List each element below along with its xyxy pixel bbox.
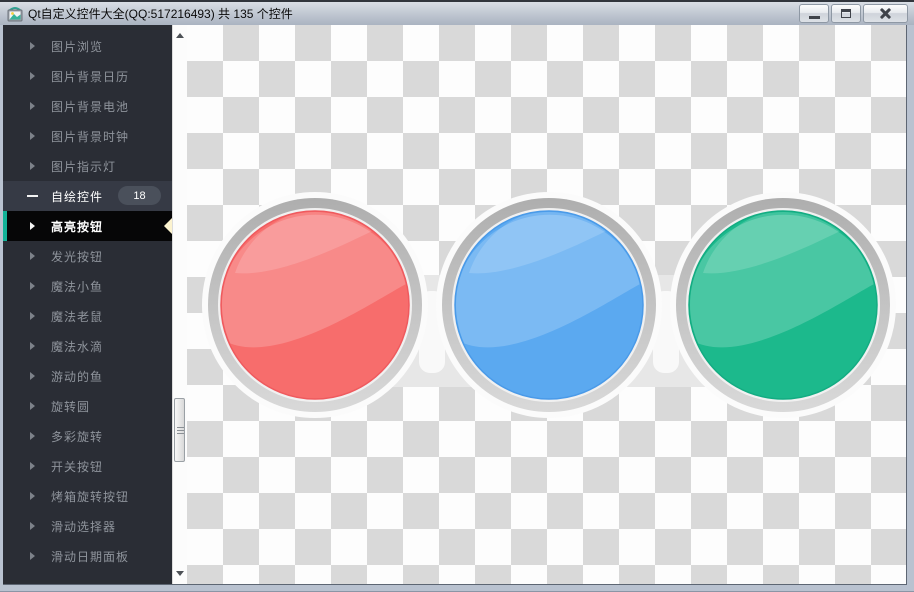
blue-highlight-button[interactable] xyxy=(436,192,662,418)
chevron-right-icon xyxy=(30,432,35,440)
chevron-right-icon xyxy=(30,252,35,260)
scroll-up-icon[interactable] xyxy=(176,33,184,38)
sidebar-item-label: 魔法水滴 xyxy=(51,339,104,354)
sidebar-item-label: 图片背景日历 xyxy=(51,69,130,84)
chevron-right-icon xyxy=(30,312,35,320)
sidebar-item-label: 开关按钮 xyxy=(51,459,104,474)
chevron-right-icon xyxy=(30,492,35,500)
sidebar-item-picture-indicator[interactable]: 图片指示灯 xyxy=(3,151,172,181)
chevron-right-icon xyxy=(30,552,35,560)
sidebar-item-label: 高亮按钮 xyxy=(51,219,104,234)
sidebar-item-slide-date-panel[interactable]: 滑动日期面板 xyxy=(3,541,172,571)
chevron-right-icon xyxy=(30,402,35,410)
chevron-right-icon xyxy=(30,372,35,380)
sidebar-item-magic-drop[interactable]: 魔法水滴 xyxy=(3,331,172,361)
red-highlight-button[interactable] xyxy=(202,192,428,418)
sidebar-group-custom-widgets[interactable]: 自绘控件 18 xyxy=(3,181,172,211)
scroll-down-icon[interactable] xyxy=(176,571,184,576)
green-highlight-button[interactable] xyxy=(670,192,896,418)
sidebar-item-label: 魔法小鱼 xyxy=(51,279,104,294)
sidebar-item-label: 旋转圆 xyxy=(51,399,91,414)
picture-viewer-icon xyxy=(7,6,23,21)
sidebar-item-label: 自绘控件 xyxy=(51,189,104,204)
scrollbar-thumb[interactable] xyxy=(174,398,185,462)
demo-canvas xyxy=(187,25,906,584)
sidebar-item-rotating-circle[interactable]: 旋转圆 xyxy=(3,391,172,421)
sidebar-item-label: 图片浏览 xyxy=(51,39,104,54)
count-badge: 18 xyxy=(118,186,161,205)
sidebar-item-picture-browse[interactable]: 图片浏览 xyxy=(3,31,172,61)
sidebar-item-colorful-rotation[interactable]: 多彩旋转 xyxy=(3,421,172,451)
chevron-right-icon xyxy=(30,462,35,470)
sidebar-item-glow-button[interactable]: 发光按钮 xyxy=(3,241,172,271)
chevron-right-icon xyxy=(30,222,35,230)
sidebar-tree: 图片浏览 图片背景日历 图片背景电池 图片背景时钟 图片指示灯 自绘控件 18 … xyxy=(3,25,172,584)
chevron-right-icon xyxy=(30,342,35,350)
chevron-right-icon xyxy=(30,282,35,290)
chevron-right-icon xyxy=(30,522,35,530)
collapse-minus-icon xyxy=(27,195,38,197)
chevron-right-icon xyxy=(30,132,35,140)
highlight-buttons-demo xyxy=(202,192,896,418)
sidebar-item-magic-mouse[interactable]: 魔法老鼠 xyxy=(3,301,172,331)
app-window: Qt自定义控件大全(QQ:517216493) 共 135 个控件 图片浏览 图… xyxy=(0,0,914,592)
sidebar-item-swimming-fish[interactable]: 游动的鱼 xyxy=(3,361,172,391)
window-controls xyxy=(799,4,908,23)
chevron-right-icon xyxy=(30,42,35,50)
chevron-right-icon xyxy=(30,102,35,110)
window-title: Qt自定义控件大全(QQ:517216493) 共 135 个控件 xyxy=(28,7,293,21)
sidebar-item-oven-knob[interactable]: 烤箱旋转按钮 xyxy=(3,481,172,511)
maximize-button[interactable] xyxy=(831,4,861,23)
sidebar-item-label: 图片背景时钟 xyxy=(51,129,130,144)
sidebar-item-label: 图片背景电池 xyxy=(51,99,130,114)
selected-accent-bar xyxy=(3,211,7,241)
sidebar-item-picture-battery[interactable]: 图片背景电池 xyxy=(3,91,172,121)
minimize-button[interactable] xyxy=(799,4,829,23)
minimize-icon xyxy=(808,16,820,19)
sidebar-item-label: 发光按钮 xyxy=(51,249,104,264)
sidebar-item-label: 滑动选择器 xyxy=(51,519,117,534)
sidebar-item-picture-calendar[interactable]: 图片背景日历 xyxy=(3,61,172,91)
sidebar-item-picture-clock[interactable]: 图片背景时钟 xyxy=(3,121,172,151)
sidebar-item-slide-selector[interactable]: 滑动选择器 xyxy=(3,511,172,541)
scrollbar-grip-icon xyxy=(177,427,184,436)
sidebar-item-switch-button[interactable]: 开关按钮 xyxy=(3,451,172,481)
close-icon xyxy=(880,8,891,19)
sidebar-item-label: 烤箱旋转按钮 xyxy=(51,489,130,504)
chevron-right-icon xyxy=(30,72,35,80)
sidebar-item-label: 多彩旋转 xyxy=(51,429,104,444)
window-body: 图片浏览 图片背景日历 图片背景电池 图片背景时钟 图片指示灯 自绘控件 18 … xyxy=(3,25,907,585)
sidebar-item-highlight-button[interactable]: 高亮按钮 xyxy=(3,211,172,241)
title-bar: Qt自定义控件大全(QQ:517216493) 共 135 个控件 xyxy=(0,0,914,25)
close-button[interactable] xyxy=(863,4,908,23)
sidebar-item-label: 游动的鱼 xyxy=(51,369,104,384)
selected-marker-icon xyxy=(164,218,172,234)
sidebar-item-label: 魔法老鼠 xyxy=(51,309,104,324)
sidebar-item-label: 滑动日期面板 xyxy=(51,549,130,564)
sidebar-scrollbar[interactable] xyxy=(172,25,187,584)
chevron-right-icon xyxy=(30,162,35,170)
maximize-icon xyxy=(841,9,851,18)
sidebar-item-label: 图片指示灯 xyxy=(51,159,117,174)
sidebar-item-magic-fish[interactable]: 魔法小鱼 xyxy=(3,271,172,301)
